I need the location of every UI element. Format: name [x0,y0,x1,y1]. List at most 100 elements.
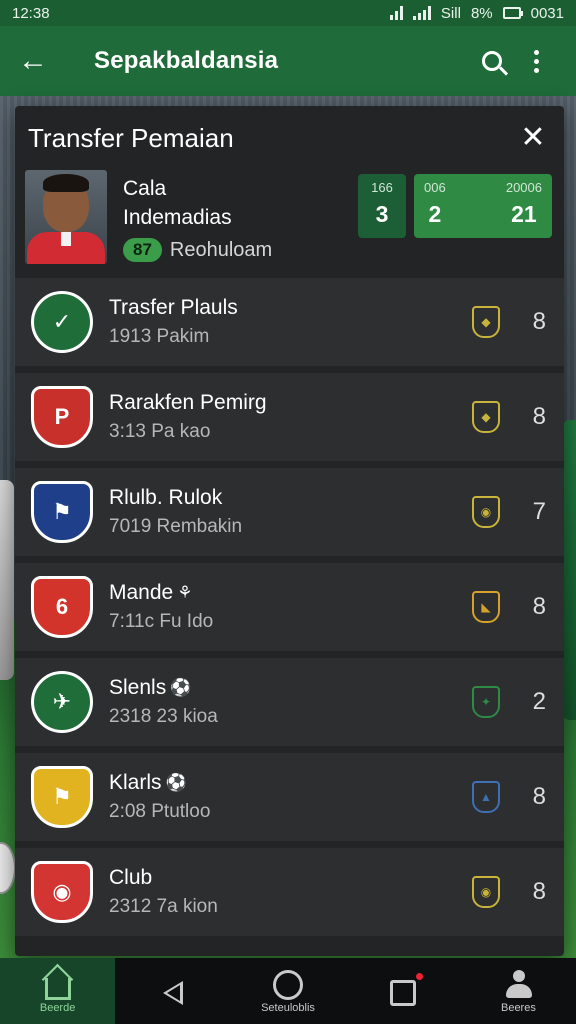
league-badge-icon: ◆ [472,306,500,338]
club-row[interactable]: ◉ Club 2312 7a kion ◉ 8 [15,848,564,936]
player-avatar[interactable] [25,170,107,264]
stat-label: 20006 [505,180,542,195]
club-name: Trasfer Plauls [109,296,238,319]
search-button[interactable] [470,39,514,83]
back-triangle-icon [162,981,183,1005]
club-crest-icon: ◉ [31,861,93,923]
club-subtitle: 3:13 Pa kao [109,421,211,442]
battery-percent: 8% [470,4,493,22]
club-row[interactable]: P Rarakfen Pemirg 3:13 Pa kao ◆ 8 [15,373,564,461]
stat-column: 006 2 [424,180,446,232]
stat-box-primary: 166 3 [358,174,406,238]
stat-label: 166 [371,180,393,195]
club-emoji-icon: ⚽ [170,678,192,697]
avatar-shirt [27,232,105,264]
nav-home-label: Beerde [39,1002,76,1014]
club-crest-icon: ✈ [31,671,93,733]
club-count: 7 [532,498,546,525]
background-player-left [0,480,14,680]
club-emoji-icon: ⚽ [165,773,187,792]
club-crest-icon: ⚑ [31,766,93,828]
stat-label: 006 [424,180,446,195]
club-count: 8 [532,593,546,620]
club-row[interactable]: ⚑ Klarls ⚽ 2:08 Ptutloo ▲ 8 [15,753,564,841]
background-player-right [562,420,576,720]
club-name-line: Mande ⚘ [109,581,472,605]
app-title: Sepakbaldansia [94,47,279,74]
player-name-line2: Indemadias [123,206,232,229]
league-badge-icon: ▲ [472,781,500,813]
club-count: 8 [532,308,546,335]
club-name-line: Club [109,866,472,890]
club-name: Rarakfen Pemirg [109,391,267,414]
status-icons: Sill 8% 0031 [389,4,564,22]
club-crest-icon: ✓ [31,291,93,353]
club-count: 8 [532,878,546,905]
stat-box-secondary: 006 2 20006 21 [414,174,552,238]
stat-value: 3 [375,201,389,227]
league-badge-icon: ◣ [472,591,500,623]
player-info: Cala Indemadias 87 Reohuloam [123,174,272,262]
player-name-line1: Cala [123,177,167,200]
club-count: 2 [532,688,546,715]
player-status: Reohuloam [169,238,273,261]
close-icon[interactable]: ✕ [516,123,550,153]
home-circle-icon [273,970,303,1000]
club-name: Mande [109,581,174,604]
profile-icon [505,970,533,1000]
club-row[interactable]: 6 Mande ⚘ 7:11c Fu Ido ◣ 8 [15,563,564,651]
club-name: Klarls [109,771,162,794]
club-name: Rlulb. Rulok [109,486,223,509]
club-row[interactable]: ✓ Trasfer Plauls 1913 Pakim ◆ 8 [15,278,564,366]
club-text: Slenls ⚽ 2318 23 kioa [109,676,472,728]
club-crest-icon: ⚑ [31,481,93,543]
club-name-line: Klarls ⚽ [109,771,472,795]
status-clock-right: 0031 [530,4,564,22]
club-row[interactable]: ⚑ Rlulb. Rulok 7019 Rembakin ◉ 7 [15,468,564,556]
club-text: Klarls ⚽ 2:08 Ptutloo [109,771,472,823]
nav-center[interactable]: Seteuloblis [230,958,345,1024]
club-name: Club [109,866,153,889]
nav-profile-label: Beeres [500,1002,536,1014]
league-badge-icon: ◆ [472,401,500,433]
player-profile: Cala Indemadias 87 Reohuloam 166 3 006 2… [15,170,564,278]
club-text: Trasfer Plauls 1913 Pakim [109,296,472,348]
club-row[interactable]: ✈ Slenls ⚽ 2318 23 kioa ✦ 2 [15,658,564,746]
stat-value: 2 [428,201,442,227]
stat-value: 21 [511,201,537,227]
club-text: Rarakfen Pemirg 3:13 Pa kao [109,391,472,443]
status-time: 12:38 [12,4,50,22]
club-crest-icon: P [31,386,93,448]
nav-recents[interactable] [346,958,461,1024]
status-bar: 12:38 Sill 8% 0031 [0,0,576,26]
panel-title: Transfer Pemaian [28,122,234,153]
more-options-button[interactable] [514,39,558,83]
club-list: ✓ Trasfer Plauls 1913 Pakim ◆ 8 P Rarakf… [15,278,564,943]
search-icon [482,51,502,71]
league-badge-icon: ◉ [472,496,500,528]
club-subtitle: 1913 Pakim [109,326,210,347]
transfer-panel: Transfer Pemaian ✕ Cala Indemadias 87 Re… [15,106,564,956]
club-subtitle: 7019 Rembakin [109,516,243,537]
league-badge-icon: ✦ [472,686,500,718]
recents-square-icon [390,973,424,1006]
league-badge-icon: ◉ [472,876,500,908]
bottom-navigation-bar: Beerde Seteuloblis Beeres [0,958,576,1024]
nav-profile[interactable]: Beeres [461,958,576,1024]
club-name: Slenls [109,676,167,699]
nav-center-label: Seteuloblis [261,1002,315,1014]
nav-back[interactable] [115,958,230,1024]
club-subtitle: 2312 7a kion [109,896,218,917]
club-subtitle: 2318 23 kioa [109,706,218,727]
panel-header: Transfer Pemaian ✕ [15,106,564,170]
club-emoji-icon: ⚘ [177,583,193,602]
wifi-signal-icon [389,6,403,20]
club-text: Club 2312 7a kion [109,866,472,918]
back-arrow-icon[interactable]: ← [18,46,58,76]
cell-signal-icon [412,6,431,20]
battery-icon [502,7,523,19]
club-name-line: Rlulb. Rulok [109,486,472,510]
stat-column: 20006 21 [506,180,542,232]
nav-home[interactable]: Beerde [0,958,116,1024]
club-text: Rlulb. Rulok 7019 Rembakin [109,486,472,538]
